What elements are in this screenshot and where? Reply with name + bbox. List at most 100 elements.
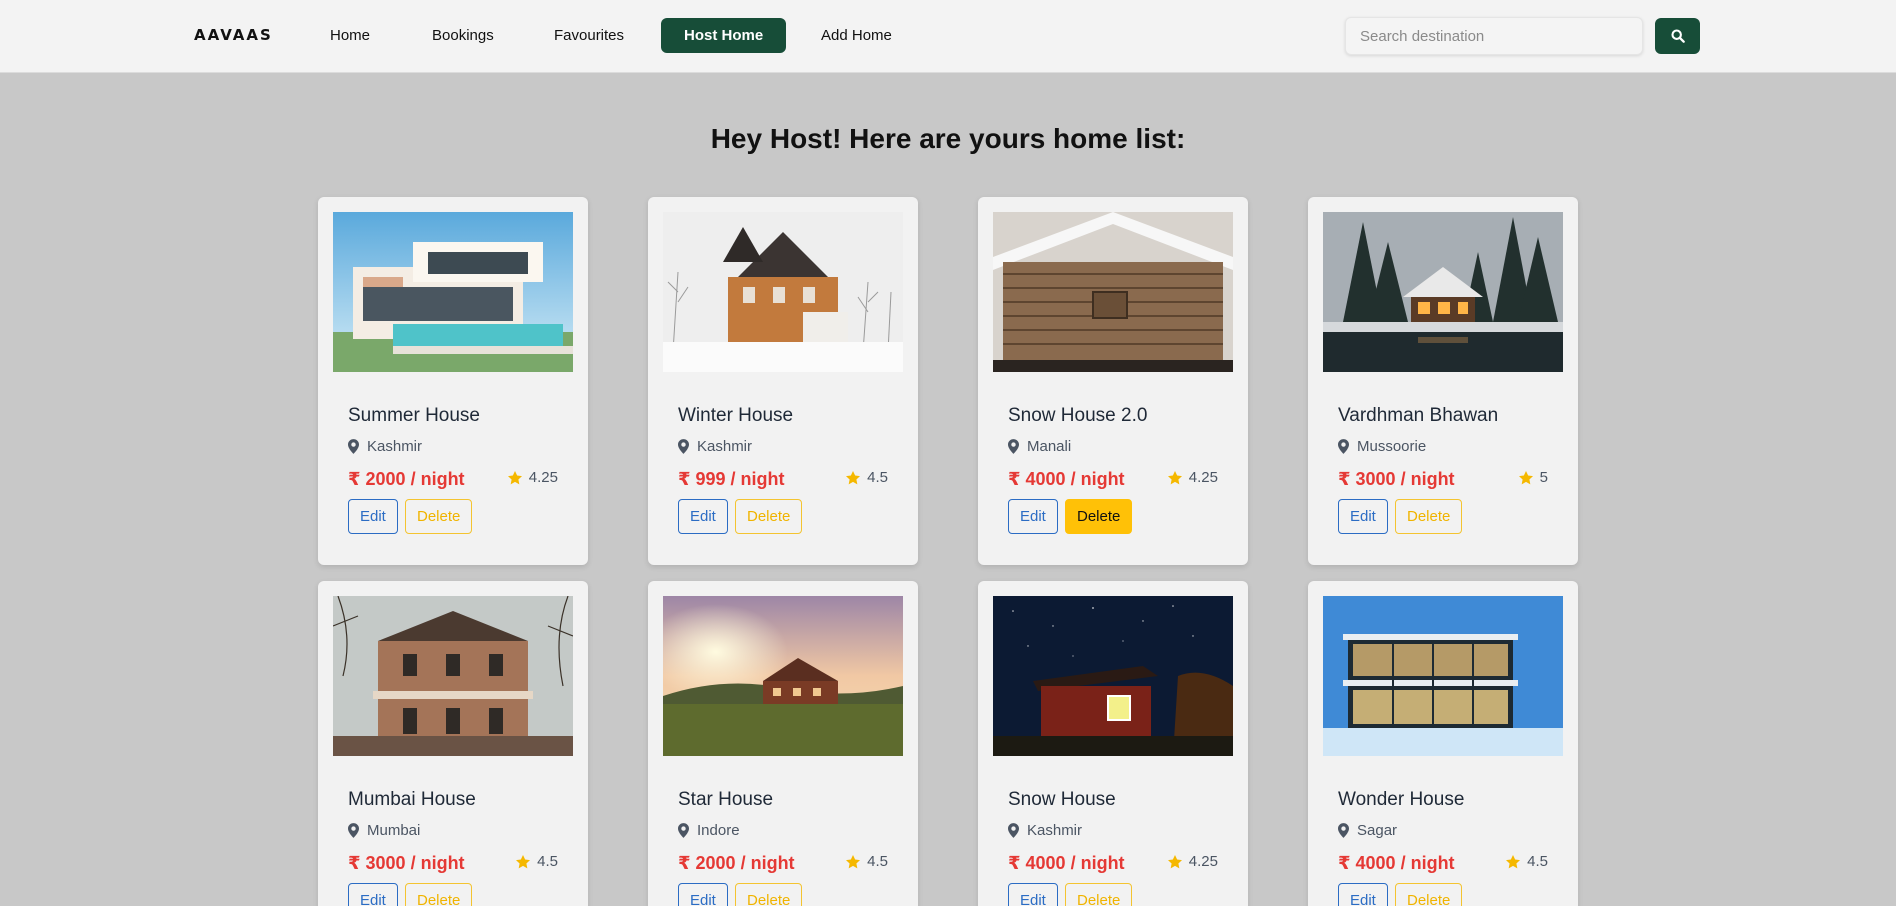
map-pin-icon [348, 823, 359, 838]
delete-button[interactable]: Delete [735, 499, 803, 534]
delete-button[interactable]: Delete [1395, 499, 1463, 534]
home-price: ₹ 999 / night [678, 469, 785, 489]
navbar: AAVAAS Home Bookings Favourites Host Hom… [0, 0, 1896, 73]
home-location: Mussoorie [1338, 438, 1426, 455]
home-image [1323, 596, 1563, 756]
nav-bookings[interactable]: Bookings [432, 18, 494, 53]
home-rating-value: 4.5 [537, 853, 558, 870]
nav-favourites[interactable]: Favourites [554, 18, 624, 53]
star-icon [515, 854, 531, 870]
edit-button[interactable]: Edit [1008, 883, 1058, 906]
home-price: ₹ 4000 / night [1008, 469, 1125, 489]
home-card: Mumbai House Mumbai ₹ 3000 / night 4.5 E… [318, 581, 588, 906]
map-pin-icon [1008, 439, 1019, 454]
delete-button[interactable]: Delete [735, 883, 803, 906]
home-name: Wonder House [1338, 789, 1465, 810]
map-pin-icon [348, 439, 359, 454]
edit-button[interactable]: Edit [348, 883, 398, 906]
home-price: ₹ 2000 / night [678, 853, 795, 873]
home-list: Summer House Kashmir ₹ 2000 / night 4.25… [318, 197, 1578, 906]
home-card: Star House Indore ₹ 2000 / night 4.5 Edi… [648, 581, 918, 906]
nav-add-home[interactable]: Add Home [821, 18, 892, 53]
home-rating: 4.5 [1505, 853, 1548, 870]
nav-host-home[interactable]: Host Home [661, 18, 787, 53]
home-card: Snow House 2.0 Manali ₹ 4000 / night 4.2… [978, 197, 1248, 565]
home-price: ₹ 4000 / night [1338, 853, 1455, 873]
nav-home[interactable]: Home [330, 18, 370, 53]
map-pin-icon [678, 823, 689, 838]
star-icon [1505, 854, 1521, 870]
home-rating-value: 4.5 [867, 853, 888, 870]
home-location-text: Mussoorie [1357, 438, 1427, 455]
home-location-text: Manali [1027, 438, 1072, 455]
home-name: Vardhman Bhawan [1338, 405, 1499, 426]
edit-button[interactable]: Edit [678, 499, 728, 534]
home-location: Kashmir [678, 438, 752, 455]
home-image [333, 212, 573, 372]
home-image [663, 212, 903, 372]
home-rating: 4.25 [507, 469, 558, 486]
star-icon [507, 470, 523, 486]
home-image [333, 596, 573, 756]
home-card: Vardhman Bhawan Mussoorie ₹ 3000 / night… [1308, 197, 1578, 565]
delete-button[interactable]: Delete [1395, 883, 1463, 906]
delete-button[interactable]: Delete [405, 883, 473, 906]
home-name: Snow House 2.0 [1008, 405, 1148, 426]
home-rating: 4.25 [1167, 853, 1218, 870]
home-rating: 5 [1518, 469, 1548, 486]
home-rating: 4.5 [515, 853, 558, 870]
home-rating: 4.25 [1167, 469, 1218, 486]
home-rating-value: 4.5 [1527, 853, 1548, 870]
home-location-text: Kashmir [1027, 822, 1083, 839]
star-icon [1167, 854, 1183, 870]
home-card: Wonder House Sagar ₹ 4000 / night 4.5 Ed… [1308, 581, 1578, 906]
home-card: Snow House Kashmir ₹ 4000 / night 4.25 E… [978, 581, 1248, 906]
home-location: Kashmir [348, 438, 422, 455]
home-image [1323, 212, 1563, 372]
delete-button[interactable]: Delete [1065, 883, 1133, 906]
home-rating-value: 4.25 [1188, 853, 1218, 870]
home-name: Summer House [348, 405, 480, 426]
home-rating: 4.5 [845, 853, 888, 870]
home-location-text: Mumbai [367, 822, 421, 839]
home-image [993, 212, 1233, 372]
edit-button[interactable]: Edit [1338, 883, 1388, 906]
star-icon [1518, 470, 1534, 486]
home-rating-value: 4.25 [528, 469, 558, 486]
home-price: ₹ 3000 / night [348, 853, 465, 873]
map-pin-icon [1338, 823, 1349, 838]
home-location: Kashmir [1008, 822, 1082, 839]
search-button[interactable] [1655, 18, 1700, 54]
edit-button[interactable]: Edit [348, 499, 398, 534]
home-image [663, 596, 903, 756]
home-location: Mumbai [348, 822, 420, 839]
home-price: ₹ 4000 / night [1008, 853, 1125, 873]
map-pin-icon [1008, 823, 1019, 838]
home-price: ₹ 3000 / night [1338, 469, 1455, 489]
home-location-text: Indore [697, 822, 740, 839]
edit-button[interactable]: Edit [678, 883, 728, 906]
home-location-text: Kashmir [697, 438, 753, 455]
home-location: Manali [1008, 438, 1071, 455]
home-card: Summer House Kashmir ₹ 2000 / night 4.25… [318, 197, 588, 565]
home-location-text: Kashmir [367, 438, 423, 455]
home-name: Snow House [1008, 789, 1116, 810]
search-input[interactable] [1345, 17, 1643, 55]
home-location-text: Sagar [1357, 822, 1398, 839]
home-location: Indore [678, 822, 740, 839]
map-pin-icon [678, 439, 689, 454]
home-card: Winter House Kashmir ₹ 999 / night 4.5 E… [648, 197, 918, 565]
star-icon [1167, 470, 1183, 486]
delete-button[interactable]: Delete [1065, 499, 1133, 534]
home-name: Winter House [678, 405, 794, 426]
brand-logo[interactable]: AAVAAS [194, 26, 273, 44]
delete-button[interactable]: Delete [405, 499, 473, 534]
home-rating-value: 4.25 [1188, 469, 1218, 486]
star-icon [845, 470, 861, 486]
home-price: ₹ 2000 / night [348, 469, 465, 489]
home-rating-value: 4.5 [867, 469, 888, 486]
home-location: Sagar [1338, 822, 1397, 839]
edit-button[interactable]: Edit [1008, 499, 1058, 534]
star-icon [845, 854, 861, 870]
edit-button[interactable]: Edit [1338, 499, 1388, 534]
